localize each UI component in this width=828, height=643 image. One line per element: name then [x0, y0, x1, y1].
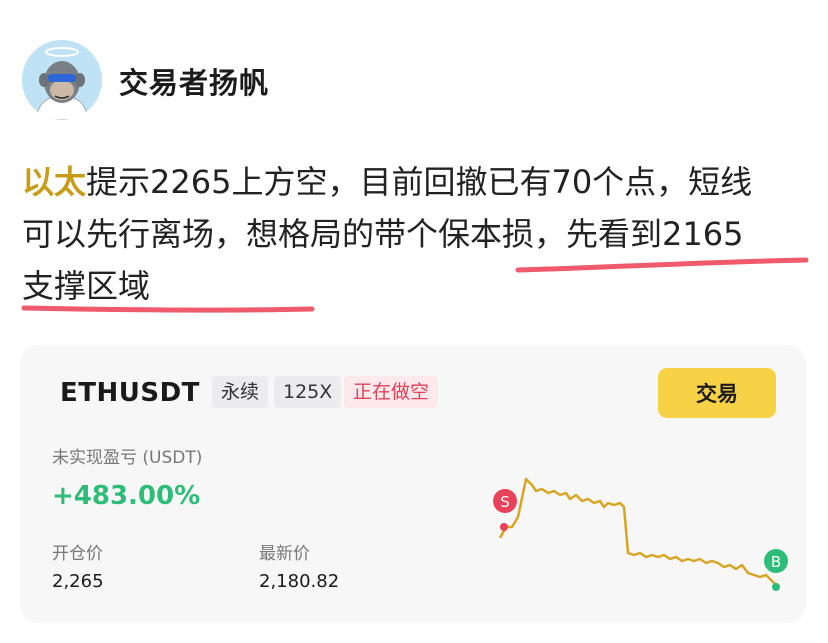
pnl-label: 未实现盈亏 (USDT): [52, 448, 203, 468]
symbol-label: ETHUSDT: [60, 378, 200, 408]
post-line-1: 以太提示2265上方空，目前回撤已有70个点，短线: [22, 156, 822, 208]
buy-marker-label: B: [771, 553, 781, 571]
post-highlight-word: 以太: [22, 163, 87, 201]
position-card[interactable]: ETHUSDT 永续 125X 正在做空 交易 未实现盈亏 (USDT) +48…: [20, 345, 806, 623]
buy-marker: B: [764, 549, 788, 591]
sell-marker-label: S: [500, 493, 510, 511]
last-price-label: 最新价: [259, 544, 310, 564]
perpetual-tag: 永续: [212, 376, 269, 408]
pnl-value: +483.00%: [52, 481, 201, 511]
ape-avatar-icon: [22, 40, 102, 120]
post-line-1-text: 提示2265上方空，目前回撤已有70个点，短线: [86, 163, 753, 201]
price-sparkline: S B: [493, 477, 788, 591]
post-line-2: 可以先行离场，想格局的带个保本损，先看到2165: [22, 215, 744, 253]
post-text: 以太提示2265上方空，目前回撤已有70个点，短线 可以先行离场，想格局的带个保…: [22, 156, 822, 312]
post-line-3: 支撑区域: [22, 267, 151, 305]
price-line: [498, 477, 777, 586]
trade-button[interactable]: 交易: [658, 368, 776, 418]
author-name[interactable]: 交易者扬帆: [119, 60, 269, 102]
open-price-label: 开仓价: [52, 544, 103, 564]
last-price-value: 2,180.82: [259, 571, 340, 592]
short-status-tag: 正在做空: [344, 376, 439, 408]
leverage-tag: 125X: [274, 376, 342, 408]
open-price-value: 2,265: [52, 571, 104, 592]
author-avatar[interactable]: [22, 40, 102, 120]
